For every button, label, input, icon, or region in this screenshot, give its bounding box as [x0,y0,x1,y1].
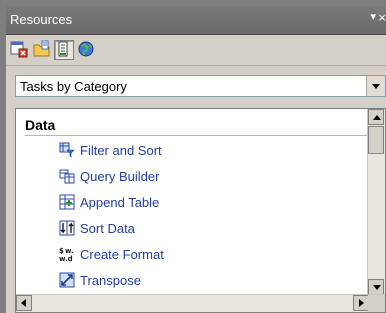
item-label: Append Table [80,195,160,210]
panel-toolbar [6,35,386,66]
svg-text:w.: w. [65,247,74,255]
dropdown-selected-value: Tasks by Category [20,79,127,94]
scroll-down-icon[interactable] [368,279,384,295]
horizontal-scrollbar[interactable] [16,294,385,312]
scrollbar-corner [368,295,385,312]
vertical-scrollbar[interactable] [367,109,385,295]
list-view-icon[interactable] [54,40,74,60]
tasks-icon[interactable] [10,40,28,58]
view-dropdown[interactable]: Tasks by Category [15,75,386,97]
item-label: Filter and Sort [80,143,162,158]
item-label: Transpose [80,273,141,288]
resources-panel: Resources ▾ × Tasks by Category Data Fil… [6,6,386,313]
item-label: Query Builder [80,169,160,184]
task-list: Data Filter and Sort Query Builder Appen… [15,108,386,313]
filter-sort-icon [59,142,75,158]
item-label: Create Format [80,247,164,262]
scroll-left-icon[interactable] [16,295,32,311]
query-builder-icon [59,168,75,184]
scroll-right-icon[interactable] [353,295,369,311]
item-label: Sort Data [80,221,135,236]
pin-icon[interactable]: ▾ [370,10,376,23]
scroll-thumb[interactable] [368,126,384,154]
transpose-icon [59,272,75,288]
panel-title: Resources [10,12,73,27]
chevron-down-icon[interactable] [366,76,385,96]
section-title: Data [25,117,56,133]
panel-titlebar[interactable]: Resources ▾ × [6,6,386,35]
sort-data-icon [59,220,75,236]
folder-icon[interactable] [33,40,51,58]
scroll-up-icon[interactable] [368,109,384,125]
section-divider [25,135,372,136]
close-icon[interactable]: × [378,10,386,25]
append-table-icon [59,194,75,210]
svg-text:$: $ [59,247,64,255]
globe-icon[interactable] [77,40,95,58]
svg-text:w.d: w.d [59,255,73,262]
create-format-icon: $ w. w.d [59,246,75,263]
